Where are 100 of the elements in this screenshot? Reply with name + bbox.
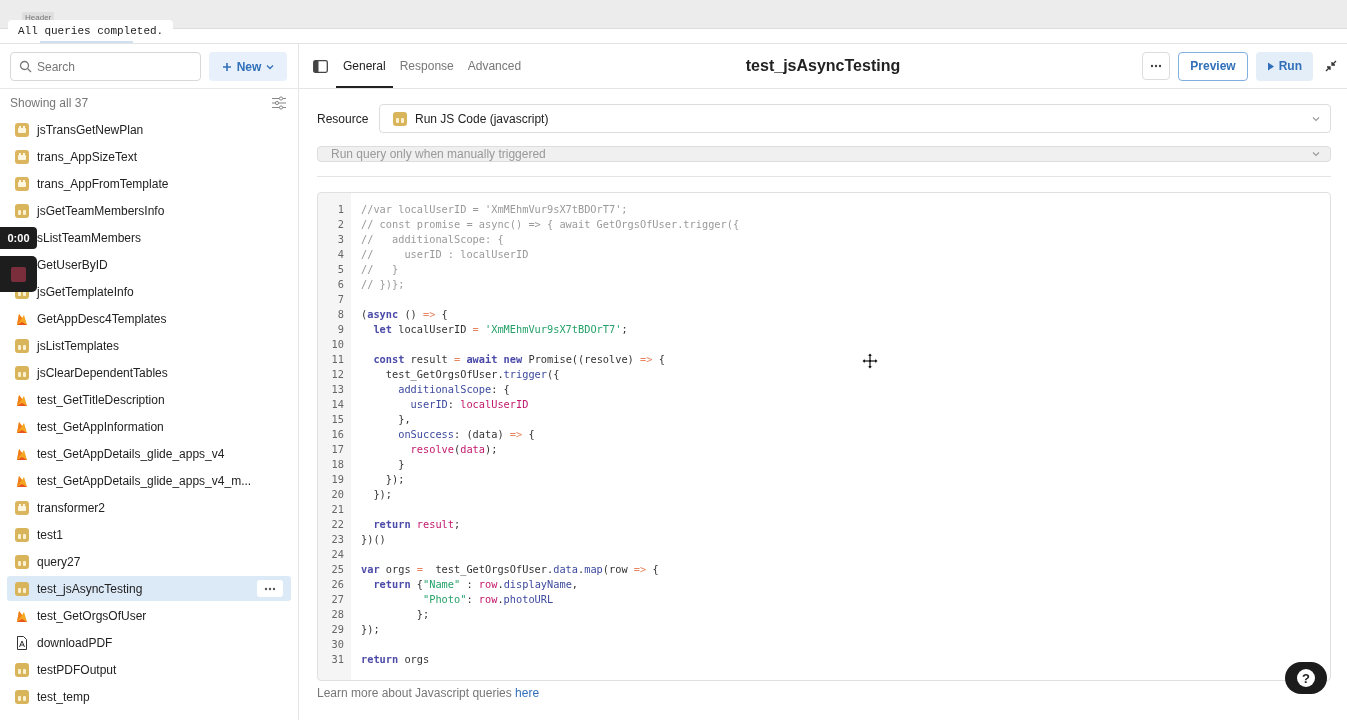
- query-item[interactable]: test_GetOrgsOfUser: [7, 603, 291, 628]
- query-item[interactable]: test1: [7, 522, 291, 547]
- tab[interactable]: Response: [392, 46, 461, 88]
- code-line: // userID : localUserID: [361, 247, 529, 262]
- help-button[interactable]: ?: [1285, 662, 1327, 694]
- line-number: 14: [330, 397, 344, 412]
- transformer-icon: [15, 149, 29, 164]
- query-item[interactable]: transformer2: [7, 495, 291, 520]
- code-line: });: [372, 487, 392, 502]
- help-text: Learn more about Javascript queries here: [317, 686, 541, 700]
- query-item[interactable]: GetAppDesc4Templates: [7, 306, 291, 331]
- query-item[interactable]: trans_AppFromTemplate: [7, 171, 291, 196]
- query-title: test_jsAsyncTesting: [745, 57, 901, 74]
- javascript-icon: [15, 662, 29, 677]
- code-line: (async () => {: [361, 307, 448, 322]
- query-item[interactable]: trans_AppSizeText: [7, 144, 291, 169]
- code-line: test_GetOrgsOfUser.trigger({: [384, 367, 560, 382]
- line-number: 19: [330, 472, 344, 487]
- code-line: additionalScope: {: [397, 382, 510, 397]
- line-number: 9: [336, 322, 344, 337]
- javascript-icon: [15, 554, 29, 569]
- query-item[interactable]: query27: [7, 549, 291, 574]
- line-number: 1: [336, 202, 344, 217]
- pdf-file-icon: [15, 635, 29, 650]
- code-line: //var localUserID = 'XmMEhmVur9sX7tBDOrT7';: [361, 202, 628, 217]
- query-item[interactable]: test_GetAppDetails_glide_apps_v4: [7, 441, 291, 466]
- sidebar-toggle-icon[interactable]: [313, 59, 328, 73]
- query-item[interactable]: test_GetAppDetails_glide_apps_v4_m...: [7, 468, 291, 493]
- code-line: // }: [361, 262, 399, 277]
- javascript-icon: [15, 365, 29, 380]
- chevron-down-icon: [266, 63, 275, 70]
- line-number: 13: [330, 382, 344, 397]
- line-number: 10: [330, 337, 344, 352]
- line-number: 22: [330, 517, 344, 532]
- collapse-icon[interactable]: [1325, 60, 1337, 72]
- code-line: const result = await new Promise((resolve) => {: [372, 352, 665, 367]
- search-icon: [19, 60, 32, 73]
- line-number: 30: [330, 637, 344, 652]
- more-options-button[interactable]: [257, 580, 283, 597]
- line-number: 20: [330, 487, 344, 502]
- tab[interactable]: General: [336, 46, 393, 88]
- code-line: userID: localUserID: [409, 397, 529, 412]
- query-item[interactable]: test_GetAppInformation: [7, 414, 291, 439]
- new-button[interactable]: New: [209, 52, 287, 81]
- resource-label: Resource: [317, 111, 370, 126]
- line-number: 28: [330, 607, 344, 622]
- ellipsis-icon: [1150, 64, 1163, 68]
- code-line: });: [361, 622, 380, 637]
- help-link[interactable]: here: [515, 686, 540, 700]
- line-number: 24: [330, 547, 344, 562]
- javascript-icon: [15, 581, 29, 596]
- ellipsis-icon: [264, 586, 276, 591]
- line-number: 3: [336, 232, 344, 247]
- query-item[interactable]: test_temp: [7, 684, 291, 709]
- code-line: onSuccess: (data) => {: [397, 427, 535, 442]
- recording-timer-toast: 0:00: [0, 227, 37, 249]
- query-item[interactable]: jsGetTeamMembersInfo: [7, 198, 291, 223]
- code-line: "Photo": row.photoURL: [422, 592, 554, 607]
- query-item[interactable]: jsListTemplates: [7, 333, 291, 358]
- query-item[interactable]: downloadPDF: [7, 630, 291, 655]
- code-line: return result;: [372, 517, 461, 532]
- query-item[interactable]: jsTransGetNewPlan: [7, 117, 291, 142]
- line-number: 25: [330, 562, 344, 577]
- query-item[interactable]: jsClearDependentTables: [7, 360, 291, 385]
- line-number: 5: [336, 262, 344, 277]
- play-icon: [1266, 61, 1275, 71]
- filter-icon[interactable]: [272, 96, 286, 110]
- chevron-down-icon: [1312, 151, 1320, 157]
- line-number: 21: [330, 502, 344, 517]
- code-line: });: [384, 472, 405, 487]
- move-cursor-icon: [861, 352, 879, 370]
- code-line: // additionalScope: {: [361, 232, 504, 247]
- javascript-icon: [15, 689, 29, 704]
- transformer-icon: [15, 176, 29, 191]
- line-number: 17: [330, 442, 344, 457]
- query-item[interactable]: test_GetTitleDescription: [7, 387, 291, 412]
- tab[interactable]: Advanced: [460, 46, 529, 88]
- preview-button[interactable]: Preview: [1178, 51, 1248, 81]
- line-number: 29: [330, 622, 344, 637]
- javascript-icon: [15, 203, 29, 218]
- query-item[interactable]: testPDFOutput: [7, 657, 291, 682]
- toast-message: All queries completed.: [8, 20, 174, 41]
- javascript-icon: [15, 527, 29, 542]
- resource-dropdown[interactable]: Run JS Code (javascript): [379, 104, 1331, 133]
- line-number: 23: [330, 532, 344, 547]
- search-field[interactable]: Search: [10, 52, 201, 81]
- code-line: };: [415, 607, 430, 622]
- code-line: return {"Name" : row.displayName,: [372, 577, 579, 592]
- line-number: 15: [330, 412, 344, 427]
- plus-icon: [221, 61, 232, 72]
- query-count: Showing all 37: [10, 96, 89, 110]
- chevron-down-icon: [1312, 115, 1320, 122]
- stop-recording-toast[interactable]: [0, 256, 37, 292]
- code-line: // const promise = async() => { await GetOrgsOfUser.trigger({: [361, 217, 740, 232]
- line-number: 27: [330, 592, 344, 607]
- transformer-icon: [15, 500, 29, 515]
- code-line: })(): [361, 532, 386, 547]
- code-line: // })};: [361, 277, 405, 292]
- query-item[interactable]: test_jsAsyncTesting: [7, 576, 291, 601]
- run-button[interactable]: Run: [1255, 51, 1313, 81]
